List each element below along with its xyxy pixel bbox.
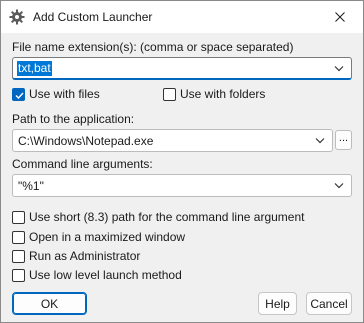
checkbox-box [12,268,25,282]
option-label: Open in a maximized window [29,230,186,244]
checkbox-box [12,210,25,224]
low-level-launch-checkbox[interactable]: Use low level launch method [12,268,182,282]
run-as-admin-checkbox[interactable]: Run as Administrator [12,249,140,263]
title-bar: Add Custom Launcher [1,1,363,33]
option-label: Run as Administrator [29,249,141,263]
checkbox-box [12,249,25,263]
use-with-files-label: Use with files [29,87,100,101]
short-path-checkbox[interactable]: Use short (8.3) path for the command lin… [12,210,304,224]
chevron-down-icon [334,66,344,72]
close-button[interactable] [317,1,363,32]
gear-icon [9,9,25,25]
ok-button[interactable]: OK [12,292,87,315]
maximized-window-checkbox[interactable]: Open in a maximized window [12,230,185,244]
extensions-combobox[interactable]: txt,bat [12,57,352,80]
option-label: Use low level launch method [29,268,182,282]
use-with-files-checkbox[interactable]: Use with files [12,87,100,101]
path-value: C:\Windows\Notepad.exe [18,134,154,148]
args-value: "%1" [18,179,44,193]
checkbox-box [12,230,25,244]
chevron-down-icon [334,183,344,189]
use-with-folders-checkbox[interactable]: Use with folders [163,87,265,101]
checkbox-box [163,87,176,101]
option-label: Use short (8.3) path for the command lin… [29,210,305,224]
path-combobox[interactable]: C:\Windows\Notepad.exe [12,129,333,152]
args-combobox[interactable]: "%1" [12,174,352,197]
window-title: Add Custom Launcher [33,10,153,24]
chevron-down-icon [315,138,325,144]
cancel-button[interactable]: Cancel [306,292,352,315]
use-with-folders-label: Use with folders [180,87,266,101]
close-icon [335,11,345,22]
help-button[interactable]: Help [258,292,297,315]
path-label: Path to the application: [12,112,135,126]
extensions-label: File name extension(s): (comma or space … [12,40,294,54]
args-label: Command line arguments: [12,157,153,171]
browse-button[interactable]: ... [335,130,352,150]
dialog-window: Add Custom Launcher File name extension(… [0,0,364,323]
extensions-value: txt,bat [17,61,52,76]
checkbox-box [12,87,25,101]
